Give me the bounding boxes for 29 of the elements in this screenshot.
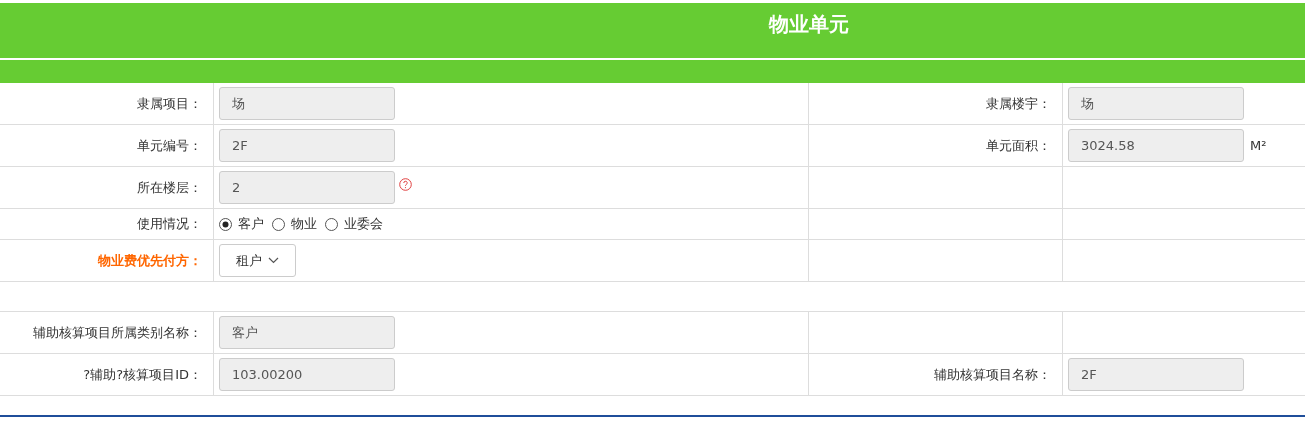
field-label: 隶属项目： — [137, 94, 202, 113]
text-field[interactable]: 2F — [1068, 358, 1244, 391]
text-field[interactable]: 场 — [219, 87, 395, 120]
field-label: 辅助核算项目名称： — [934, 365, 1051, 384]
radio-icon[interactable] — [219, 217, 232, 231]
radio-icon[interactable] — [272, 217, 285, 231]
unit-label: M² — [1250, 138, 1267, 153]
radio-option[interactable]: 业委会 — [325, 215, 383, 233]
dropdown[interactable]: 租户 — [219, 244, 296, 277]
text-field[interactable]: 场 — [1068, 87, 1244, 120]
help-icon[interactable] — [399, 178, 412, 191]
text-field[interactable]: 103.00200 — [219, 358, 395, 391]
text-field[interactable]: 客户 — [219, 316, 395, 349]
field-label: 所在楼层： — [137, 178, 202, 197]
text-field[interactable]: 2F — [219, 129, 395, 162]
field-label: ?辅助?核算项目ID： — [83, 365, 202, 384]
radio-option[interactable]: 客户 — [219, 215, 264, 233]
page-title: 物业单元 — [768, 11, 849, 38]
field-label: 单元面积： — [986, 136, 1051, 155]
caret-icon — [268, 257, 279, 264]
field-label: 使用情况： — [137, 215, 202, 233]
field-label: 物业费优先付方： — [98, 251, 202, 270]
text-field[interactable]: 2 — [219, 171, 395, 204]
field-label: 单元编号： — [137, 136, 202, 155]
field-label: 隶属楼宇： — [986, 94, 1051, 113]
radio-option[interactable]: 物业 — [272, 215, 317, 233]
field-label: 辅助核算项目所属类别名称： — [33, 323, 202, 342]
radio-icon[interactable] — [325, 217, 338, 231]
text-field[interactable]: 3024.58 — [1068, 129, 1244, 162]
